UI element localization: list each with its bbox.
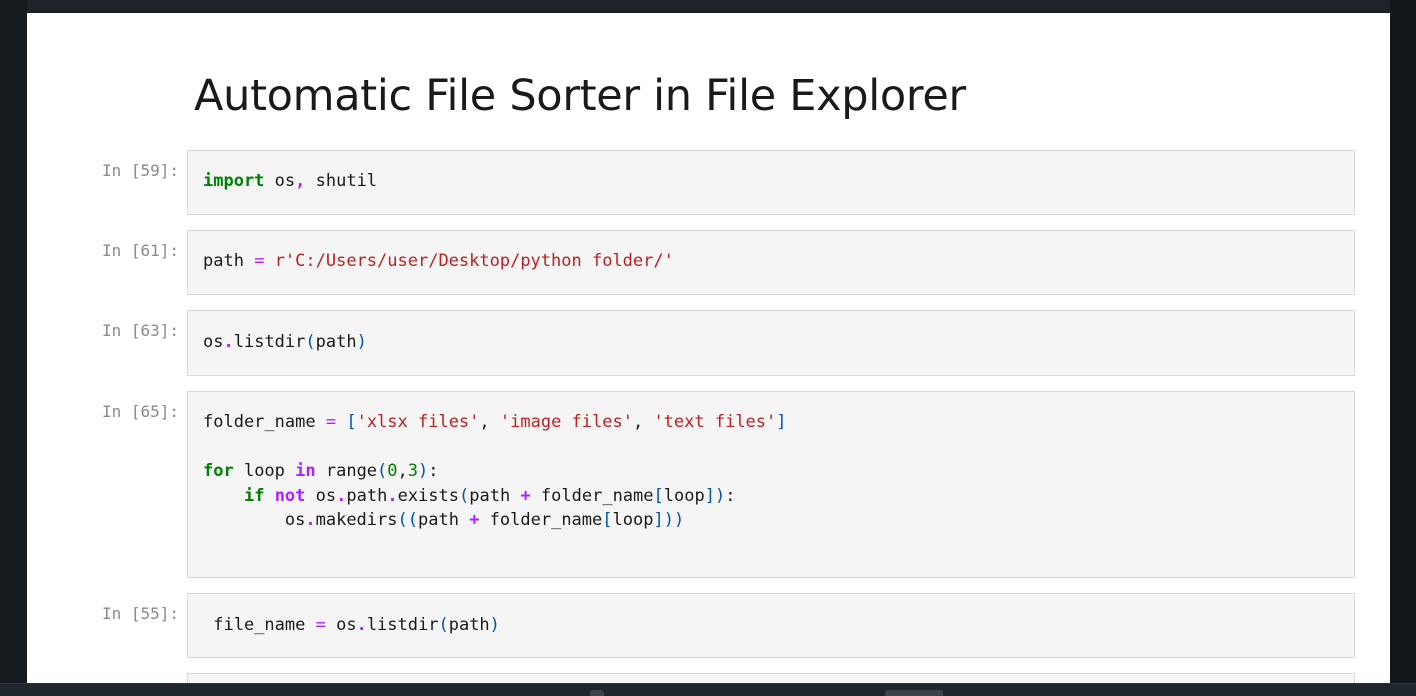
code-text: os.listdir(path) bbox=[203, 332, 367, 352]
code-input[interactable]: os.listdir(path) bbox=[187, 310, 1355, 376]
cell-prompt: In [61]: bbox=[101, 241, 179, 260]
code-cell-6[interactable] bbox=[27, 673, 1357, 683]
taskbar-app-icon[interactable] bbox=[885, 690, 943, 696]
taskbar-app-icon[interactable] bbox=[590, 690, 604, 696]
code-text: folder_name = ['xlsx files', 'image file… bbox=[203, 412, 787, 530]
code-cell-1[interactable]: In [59]: import os, shutil bbox=[27, 150, 1357, 216]
notebook-title: Automatic File Sorter in File Explorer bbox=[194, 71, 966, 121]
code-input[interactable]: file_name = os.listdir(path) bbox=[187, 593, 1355, 658]
browser-toolbar-edge bbox=[27, 0, 1390, 12]
code-text: path = r'C:/Users/user/Desktop/python fo… bbox=[203, 251, 674, 271]
code-cell-4[interactable]: In [65]: folder_name = ['xlsx files', 'i… bbox=[27, 391, 1357, 579]
cell-prompt: In [55]: bbox=[101, 604, 179, 623]
code-cell-5[interactable]: In [55]: file_name = os.listdir(path) bbox=[27, 593, 1357, 659]
cell-prompt: In [63]: bbox=[101, 321, 179, 340]
code-text: import os, shutil bbox=[203, 171, 378, 191]
code-cell-2[interactable]: In [61]: path = r'C:/Users/user/Desktop/… bbox=[27, 230, 1357, 296]
code-input[interactable]: path = r'C:/Users/user/Desktop/python fo… bbox=[187, 230, 1355, 295]
code-input[interactable]: import os, shutil bbox=[187, 150, 1355, 215]
cell-prompt: In [65]: bbox=[101, 402, 179, 421]
taskbar bbox=[0, 683, 1416, 696]
cell-prompt: In [59]: bbox=[101, 161, 179, 180]
code-input[interactable] bbox=[187, 673, 1355, 683]
code-input[interactable]: folder_name = ['xlsx files', 'image file… bbox=[187, 391, 1355, 578]
window-right-edge bbox=[1390, 0, 1416, 695]
notebook-page[interactable]: Automatic File Sorter in File Explorer I… bbox=[27, 13, 1390, 683]
code-text: file_name = os.listdir(path) bbox=[203, 615, 500, 635]
code-cell-3[interactable]: In [63]: os.listdir(path) bbox=[27, 310, 1357, 376]
